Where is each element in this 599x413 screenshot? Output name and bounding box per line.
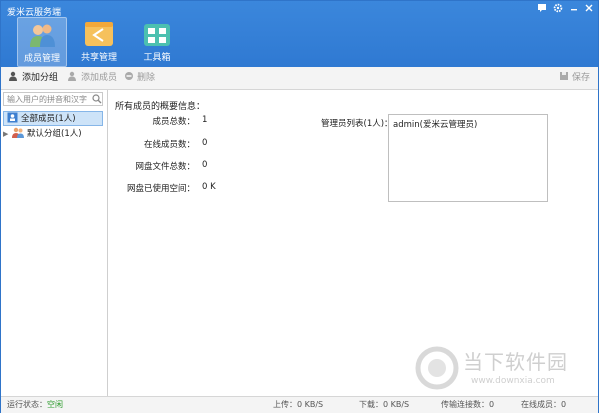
save-label: 保存 bbox=[572, 73, 591, 83]
close-button[interactable] bbox=[582, 3, 596, 15]
run-status-value: 空闲 bbox=[47, 400, 63, 409]
message-icon[interactable] bbox=[535, 3, 549, 15]
connection-count: 传输连接数：0 bbox=[441, 400, 495, 409]
admin-list-box[interactable]: admin(爱米云管理员) bbox=[388, 114, 548, 202]
nav-label: 共享管理 bbox=[80, 53, 117, 63]
upload-speed: 上传：0 KB/S bbox=[273, 400, 324, 409]
run-status-label: 运行状态： bbox=[7, 400, 47, 409]
sidebar: 输入用户的拼音和汉字 全部成员(1人) ▶ 默认分组(1人) bbox=[1, 90, 108, 396]
watermark-logo-icon bbox=[415, 346, 459, 390]
nav-label: 成员管理 bbox=[23, 54, 60, 64]
tree-item-label: 默认分组(1人) bbox=[27, 129, 82, 139]
delete-label: 删除 bbox=[137, 73, 156, 83]
save-icon bbox=[559, 71, 569, 81]
add-member-button[interactable]: 添加成员 bbox=[68, 71, 117, 85]
delete-icon bbox=[124, 71, 134, 81]
minimize-button[interactable] bbox=[567, 3, 581, 15]
download-speed: 下载：0 KB/S bbox=[359, 400, 410, 409]
tree-item-default-group[interactable]: ▶ 默认分组(1人) bbox=[3, 127, 82, 142]
group-icon bbox=[12, 127, 24, 138]
delete-button[interactable]: 删除 bbox=[124, 71, 155, 85]
admin-list-label: 管理员列表(1人)： bbox=[321, 119, 393, 129]
stat-label-disk-files: 网盘文件总数： bbox=[135, 162, 195, 172]
folder-share-icon bbox=[84, 20, 114, 48]
toolbox-icon bbox=[142, 20, 172, 48]
admin-entry[interactable]: admin(爱米云管理员) bbox=[393, 118, 543, 130]
title-bar: 爱米云服务端 成员管理 共享管理 工具箱 bbox=[1, 1, 598, 67]
online-members-count: 在线成员：0 bbox=[521, 400, 567, 409]
add-group-icon bbox=[9, 71, 19, 81]
summary-heading: 所有成员的概要信息： bbox=[115, 102, 206, 112]
add-group-button[interactable]: 添加分组 bbox=[9, 71, 58, 85]
nav-label: 工具箱 bbox=[143, 53, 171, 63]
save-button[interactable]: 保存 bbox=[559, 71, 590, 85]
tree-item-label: 全部成员(1人) bbox=[21, 114, 76, 124]
stat-value-online-members: 0 bbox=[202, 138, 208, 148]
stat-label-online-members: 在线成员数： bbox=[143, 140, 195, 150]
search-input[interactable]: 输入用户的拼音和汉字 bbox=[3, 92, 103, 106]
app-window: 爱米云服务端 成员管理 共享管理 工具箱 添加分组 添加成员 删除 保存 输入用… bbox=[0, 0, 599, 413]
stat-value-total-members: 1 bbox=[202, 115, 208, 125]
expand-arrow-icon[interactable]: ▶ bbox=[3, 127, 10, 142]
stat-label-disk-used: 网盘已使用空间： bbox=[126, 184, 195, 194]
stat-label-total-members: 成员总数： bbox=[152, 117, 195, 127]
add-group-label: 添加分组 bbox=[22, 73, 59, 83]
members-icon bbox=[27, 21, 57, 49]
settings-gear-icon[interactable] bbox=[551, 3, 565, 15]
watermark-url: www.downxia.com bbox=[471, 376, 555, 386]
stat-value-disk-files: 0 bbox=[202, 160, 208, 170]
toolbar: 添加分组 添加成员 删除 保存 bbox=[1, 67, 598, 90]
tree-item-all-members[interactable]: 全部成员(1人) bbox=[3, 111, 103, 126]
watermark: 当下软件园 www.downxia.com bbox=[411, 340, 591, 400]
stat-value-disk-used: 0 K bbox=[202, 182, 216, 192]
add-member-icon bbox=[68, 71, 78, 81]
status-bar: 运行状态： 空闲 上传：0 KB/S 下载：0 KB/S 传输连接数：0 在线成… bbox=[1, 396, 598, 413]
search-icon[interactable] bbox=[92, 94, 102, 104]
member-list-icon bbox=[7, 112, 18, 123]
member-summary-panel: 所有成员的概要信息： 成员总数： 1 在线成员数： 0 网盘文件总数： 0 网盘… bbox=[109, 90, 598, 396]
watermark-text: 当下软件园 bbox=[463, 350, 568, 374]
nav-toolbox[interactable]: 工具箱 bbox=[133, 17, 181, 65]
nav-share-management[interactable]: 共享管理 bbox=[75, 17, 123, 65]
nav-member-management[interactable]: 成员管理 bbox=[17, 17, 67, 67]
add-member-label: 添加成员 bbox=[81, 73, 118, 83]
